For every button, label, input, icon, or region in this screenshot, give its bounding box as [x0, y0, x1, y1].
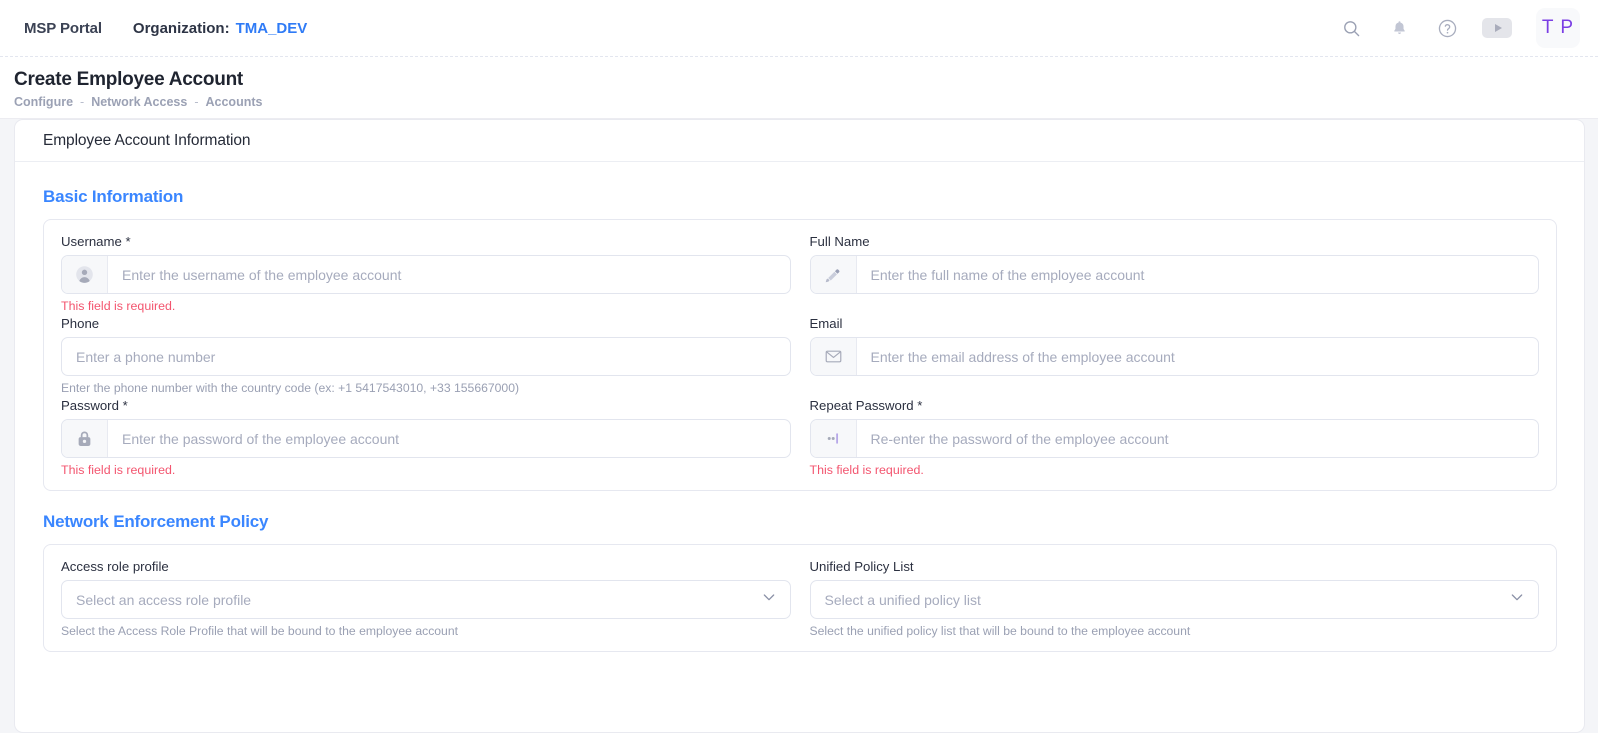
page-header: Create Employee Account Configure - Netw… — [0, 57, 1598, 119]
avatar-initials: T P — [1542, 17, 1574, 39]
top-navigation-bar: MSP Portal Organization: TMA_DEV — [0, 0, 1598, 57]
user-icon — [62, 256, 108, 293]
topbar-actions: T P — [1338, 8, 1580, 48]
envelope-icon — [811, 338, 857, 375]
avatar[interactable]: T P — [1536, 8, 1580, 48]
employee-account-information-card: Employee Account Information Basic Infor… — [14, 119, 1585, 733]
repeat-password-label: Repeat Password * — [810, 398, 1540, 413]
password-label: Password * — [61, 398, 791, 413]
breadcrumb-item-accounts[interactable]: Accounts — [206, 95, 263, 109]
repeat-password-label-text: Repeat Password — [810, 398, 914, 413]
breadcrumb-separator: - — [194, 95, 198, 109]
lock-icon — [62, 420, 108, 457]
breadcrumb: Configure - Network Access - Accounts — [14, 95, 1598, 109]
field-phone: Phone Enter the phone number with the co… — [61, 316, 791, 398]
username-input[interactable] — [108, 256, 790, 293]
organization-selector[interactable]: Organization: TMA_DEV — [133, 20, 307, 37]
email-label-text: Email — [810, 316, 843, 331]
breadcrumb-item-configure[interactable]: Configure — [14, 95, 73, 109]
field-repeat-password: Repeat Password * — [810, 398, 1540, 480]
access-role-profile-hint-text: Select the Access Role Profile that will… — [61, 624, 791, 641]
full-name-label-text: Full Name — [810, 234, 870, 249]
required-marker: * — [123, 398, 128, 413]
repeat-password-input[interactable] — [857, 420, 1539, 457]
card-body: Basic Information Username * — [15, 162, 1584, 732]
phone-control[interactable] — [61, 337, 791, 376]
required-marker: * — [917, 398, 922, 413]
field-unified-policy-list: Unified Policy List Select a unified pol… — [810, 559, 1540, 641]
email-control[interactable] — [810, 337, 1540, 376]
full-name-input[interactable] — [857, 256, 1539, 293]
unified-policy-list-label: Unified Policy List — [810, 559, 1540, 574]
card-header-title: Employee Account Information — [43, 132, 250, 150]
basic-information-fieldset: Username * — [43, 219, 1557, 491]
left-rail — [0, 119, 14, 733]
form-row-phone-email: Phone Enter the phone number with the co… — [61, 316, 1539, 398]
password-error-message: This field is required. — [61, 463, 791, 480]
username-label-text: Username — [61, 234, 122, 249]
form-row-username-fullname: Username * — [61, 234, 1539, 316]
field-access-role-profile: Access role profile Select an access rol… — [61, 559, 791, 641]
password-field-icon — [811, 420, 857, 457]
field-email: Email — [810, 316, 1540, 398]
field-full-name: Full Name — [810, 234, 1540, 316]
full-name-label: Full Name — [810, 234, 1540, 249]
password-input[interactable] — [108, 420, 790, 457]
app-brand-title: MSP Portal — [24, 20, 102, 37]
repeat-password-control[interactable] — [810, 419, 1540, 458]
section-title-network-enforcement-policy: Network Enforcement Policy — [43, 512, 1557, 532]
organization-name[interactable]: TMA_DEV — [236, 20, 308, 37]
email-input[interactable] — [857, 338, 1539, 375]
email-hint-text — [810, 381, 1540, 398]
password-control[interactable] — [61, 419, 791, 458]
phone-hint-text: Enter the phone number with the country … — [61, 381, 791, 398]
breadcrumb-separator: - — [80, 95, 84, 109]
search-icon[interactable] — [1338, 15, 1364, 41]
phone-label: Phone — [61, 316, 791, 331]
help-circle-icon[interactable] — [1434, 15, 1460, 41]
form-row-policies: Access role profile Select an access rol… — [61, 559, 1539, 641]
access-role-profile-select[interactable]: Select an access role profile — [61, 580, 791, 619]
full-name-error-message — [810, 299, 1540, 316]
repeat-password-error-message: This field is required. — [810, 463, 1540, 480]
pencil-icon — [811, 256, 857, 293]
play-triangle-icon — [1495, 24, 1502, 32]
email-label: Email — [810, 316, 1540, 331]
bell-icon[interactable] — [1386, 15, 1412, 41]
required-marker: * — [126, 234, 131, 249]
network-enforcement-policy-fieldset: Access role profile Select an access rol… — [43, 544, 1557, 652]
form-row-password: Password * — [61, 398, 1539, 480]
unified-policy-list-hint-text: Select the unified policy list that will… — [810, 624, 1540, 641]
username-control[interactable] — [61, 255, 791, 294]
unified-policy-list-select[interactable]: Select a unified policy list — [810, 580, 1540, 619]
chevron-down-icon — [761, 589, 777, 610]
page-canvas: Employee Account Information Basic Infor… — [0, 119, 1598, 733]
breadcrumb-item-network-access[interactable]: Network Access — [91, 95, 187, 109]
right-rail — [1585, 119, 1598, 733]
field-password: Password * — [61, 398, 791, 480]
organization-label: Organization: — [133, 20, 230, 37]
phone-label-text: Phone — [61, 316, 99, 331]
access-role-profile-selected-value: Select an access role profile — [76, 592, 761, 608]
username-label: Username * — [61, 234, 791, 249]
field-username: Username * — [61, 234, 791, 316]
unified-policy-list-selected-value: Select a unified policy list — [825, 592, 1510, 608]
page-title: Create Employee Account — [14, 69, 1598, 91]
username-error-message: This field is required. — [61, 299, 791, 316]
phone-input[interactable] — [62, 338, 790, 375]
section-title-basic-information: Basic Information — [43, 187, 1557, 207]
play-video-icon[interactable] — [1482, 18, 1512, 38]
full-name-control[interactable] — [810, 255, 1540, 294]
card-header: Employee Account Information — [15, 120, 1584, 162]
chevron-down-icon — [1509, 589, 1525, 610]
password-label-text: Password — [61, 398, 119, 413]
access-role-profile-label: Access role profile — [61, 559, 791, 574]
